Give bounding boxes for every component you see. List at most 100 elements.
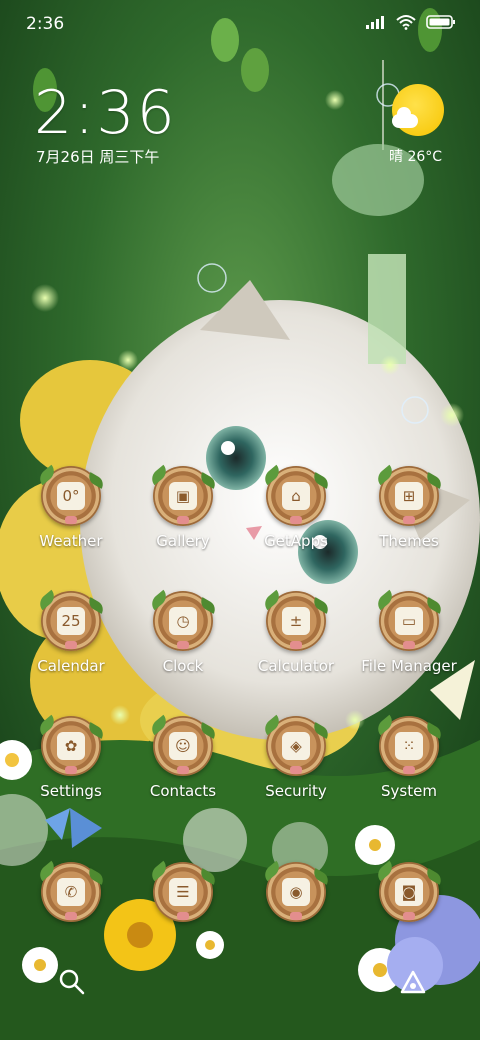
search-icon[interactable] — [58, 968, 86, 996]
leaf-decor — [310, 868, 332, 885]
app-getapps[interactable]: ⌂ GetApps — [241, 464, 351, 550]
app-glyph: ☰ — [169, 878, 197, 906]
leaf-decor — [36, 464, 58, 486]
clock-icon: ◷ — [148, 589, 219, 651]
app-glyph: ✆ — [57, 878, 85, 906]
leaf-decor — [310, 597, 332, 614]
shield-icon: ◈ — [261, 714, 332, 776]
widget-weather: 晴 26°C — [389, 149, 443, 165]
app-gallery[interactable]: ▣ Gallery — [128, 464, 238, 550]
bow-decor — [177, 641, 189, 649]
app-calendar[interactable]: 25 Calendar — [16, 589, 126, 675]
app-glyph: ▭ — [395, 607, 423, 635]
leaf-decor — [423, 597, 445, 614]
leaf-decor — [374, 714, 396, 736]
status-bar: 2:36 — [0, 0, 480, 50]
bow-decor — [65, 912, 77, 920]
leaf-decor — [197, 868, 219, 885]
leaf-decor — [85, 472, 107, 489]
dock-app-camera[interactable]: ◙ — [354, 860, 464, 922]
leaf-decor — [261, 464, 283, 486]
wifi-icon — [396, 15, 416, 30]
message-icon: ☰ — [148, 860, 219, 922]
dock-app-message[interactable]: ☰ — [128, 860, 238, 922]
bow-decor — [290, 516, 302, 524]
bow-decor — [65, 516, 77, 524]
bow-decor — [290, 766, 302, 774]
leaf-decor — [36, 714, 58, 736]
calendar-icon: 25 — [36, 589, 107, 651]
gear-icon: ✿ — [36, 714, 107, 776]
leaf-decor — [423, 472, 445, 489]
app-glyph: ± — [282, 607, 310, 635]
leaf-decor — [261, 714, 283, 736]
contact-card-icon: ☺ — [148, 714, 219, 776]
dock-app-browser[interactable]: ◉ — [241, 860, 351, 922]
leaf-decor — [423, 722, 445, 739]
app-weather[interactable]: 0° Weather — [16, 464, 126, 550]
app-glyph: 25 — [57, 607, 85, 635]
app-label: File Manager — [361, 657, 457, 675]
assistant-icon[interactable] — [398, 968, 428, 996]
leaf-decor — [148, 589, 170, 611]
bow-decor — [403, 766, 415, 774]
app-label: Weather — [39, 532, 103, 550]
status-time: 2:36 — [26, 14, 65, 34]
leaf-decor — [197, 597, 219, 614]
widget-date: 7月26日 周三下午 — [36, 148, 160, 166]
leaf-decor — [85, 868, 107, 885]
bow-decor — [403, 641, 415, 649]
folder-icon: ▭ — [374, 589, 445, 651]
bow-decor — [177, 912, 189, 920]
bow-decor — [290, 912, 302, 920]
bow-decor — [177, 516, 189, 524]
leaf-decor — [261, 589, 283, 611]
leaf-decor — [85, 597, 107, 614]
leaf-decor — [374, 589, 396, 611]
app-settings[interactable]: ✿ Settings — [16, 714, 126, 800]
store-icon: ⌂ — [261, 464, 332, 526]
app-label: GetApps — [264, 532, 328, 550]
app-label: Clock — [162, 657, 204, 675]
signal-icon — [366, 16, 384, 29]
app-glyph: 0° — [57, 482, 85, 510]
app-system[interactable]: ⁙ System — [354, 714, 464, 800]
status-icons — [366, 14, 456, 30]
camera-icon: ◙ — [374, 860, 445, 922]
leaf-decor — [148, 714, 170, 736]
app-label: Themes — [379, 532, 439, 550]
app-clock[interactable]: ◷ Clock — [128, 589, 238, 675]
app-label: Security — [265, 782, 327, 800]
cloud-icon: 0° — [36, 464, 107, 526]
app-glyph: ☺ — [169, 732, 197, 760]
leaf-decor — [85, 722, 107, 739]
app-label: Calendar — [37, 657, 105, 675]
app-folder-icon: ⁙ — [374, 714, 445, 776]
app-calculator[interactable]: ± Calculator — [241, 589, 351, 675]
dock-app-phone[interactable]: ✆ — [16, 860, 126, 922]
app-label: Settings — [40, 782, 102, 800]
leaf-decor — [374, 860, 396, 882]
leaf-decor — [197, 472, 219, 489]
battery-icon — [426, 15, 455, 29]
app-security[interactable]: ◈ Security — [241, 714, 351, 800]
leaf-decor — [310, 722, 332, 739]
app-label: System — [381, 782, 437, 800]
calculator-icon: ± — [261, 589, 332, 651]
app-glyph: ◈ — [282, 732, 310, 760]
app-label: Contacts — [149, 782, 217, 800]
app-glyph: ⊞ — [395, 482, 423, 510]
app-contacts[interactable]: ☺ Contacts — [128, 714, 238, 800]
app-glyph: ⌂ — [282, 482, 310, 510]
leaf-decor — [197, 722, 219, 739]
leaf-decor — [423, 868, 445, 885]
app-glyph: ▣ — [169, 482, 197, 510]
app-glyph: ◷ — [169, 607, 197, 635]
app-label: Gallery — [156, 532, 210, 550]
app-file-manager[interactable]: ▭ File Manager — [354, 589, 464, 675]
phone-icon: ✆ — [36, 860, 107, 922]
bow-decor — [403, 516, 415, 524]
app-themes[interactable]: ⊞ Themes — [354, 464, 464, 550]
app-label: Calculator — [257, 657, 335, 675]
bow-decor — [65, 766, 77, 774]
